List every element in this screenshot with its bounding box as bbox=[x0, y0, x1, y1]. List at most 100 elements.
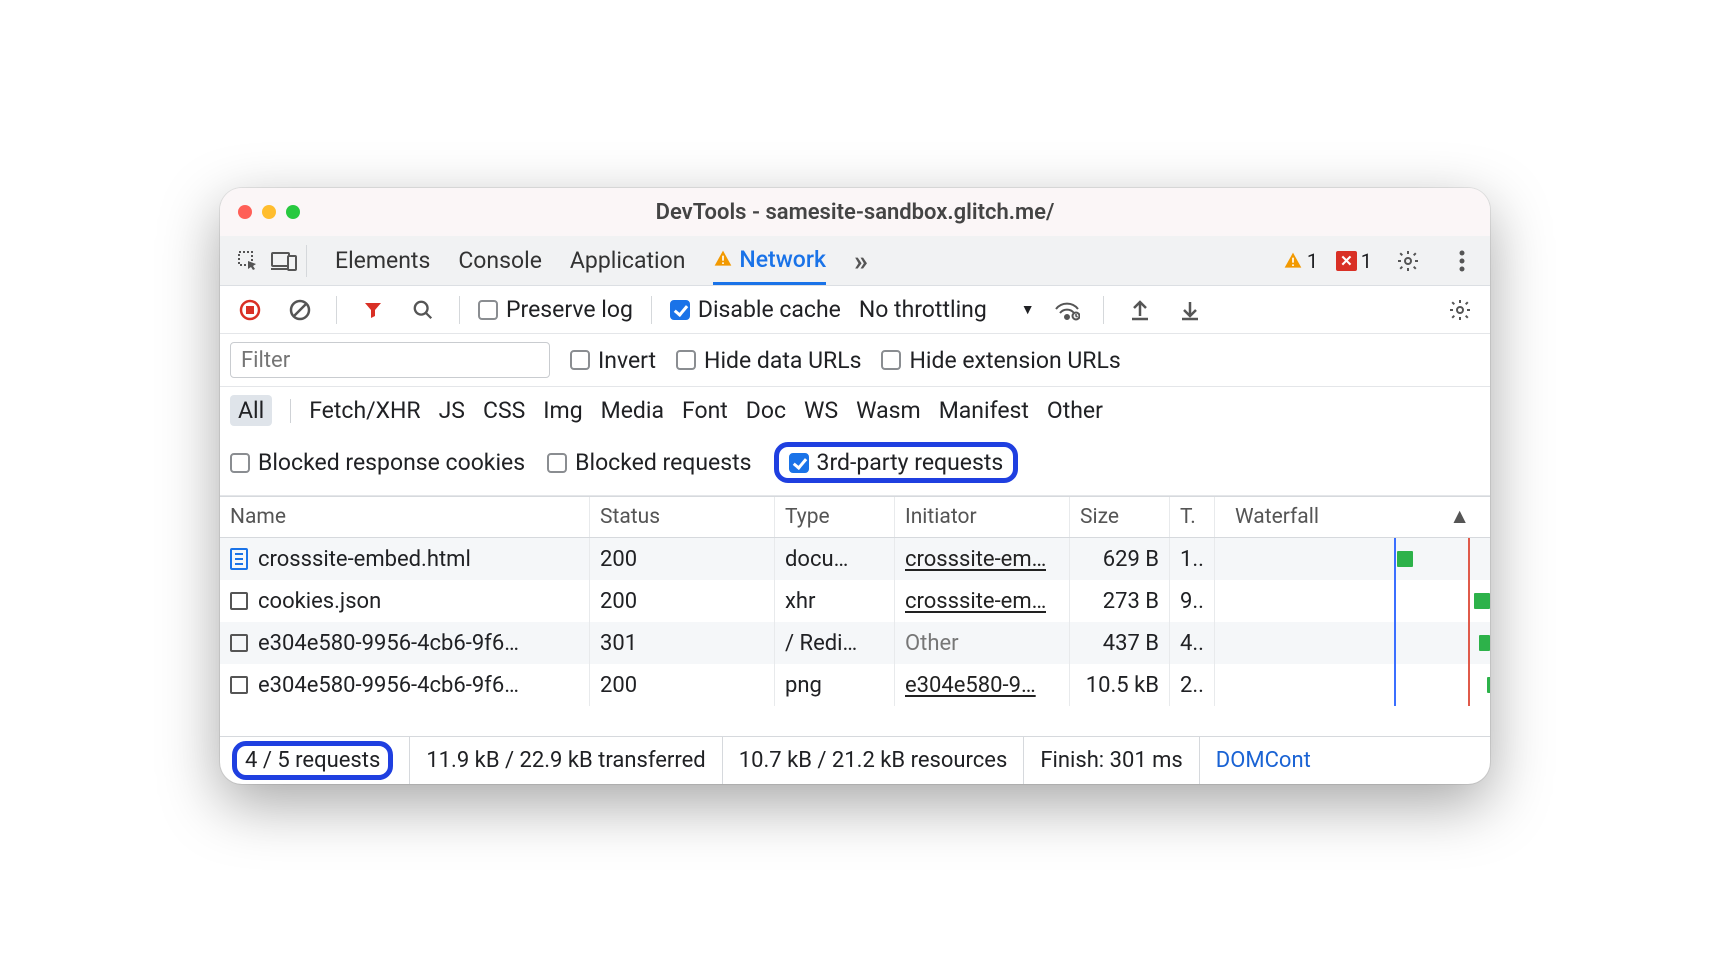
kebab-menu-icon[interactable] bbox=[1444, 243, 1480, 279]
chip-font[interactable]: Font bbox=[682, 397, 728, 424]
col-size[interactable]: Size bbox=[1070, 497, 1170, 537]
col-type[interactable]: Type bbox=[775, 497, 895, 537]
file-icon bbox=[230, 676, 248, 694]
minimize-icon[interactable] bbox=[262, 205, 276, 219]
tab-elements[interactable]: Elements bbox=[335, 237, 430, 285]
col-time[interactable]: T. bbox=[1170, 497, 1215, 537]
col-name[interactable]: Name bbox=[220, 497, 590, 537]
chip-manifest[interactable]: Manifest bbox=[939, 397, 1029, 424]
table-row[interactable]: cookies.json 200 xhr crosssite-em… 273 B… bbox=[220, 580, 1490, 622]
request-name: crosssite-embed.html bbox=[258, 547, 471, 572]
blocked-cookies-checkbox[interactable]: Blocked response cookies bbox=[230, 449, 525, 476]
tab-application[interactable]: Application bbox=[570, 237, 686, 285]
resources-size: 10.7 kB / 21.2 kB resources bbox=[723, 737, 1025, 784]
status-cell: 301 bbox=[590, 622, 775, 664]
error-count[interactable]: ✕ 1 bbox=[1336, 249, 1372, 273]
hide-data-urls-checkbox[interactable]: Hide data URLs bbox=[676, 347, 861, 374]
type-cell: docu… bbox=[775, 538, 895, 580]
main-tab-bar: Elements Console Application Network » 1… bbox=[220, 236, 1490, 286]
request-name: cookies.json bbox=[258, 589, 381, 614]
filter-icon[interactable] bbox=[355, 292, 391, 328]
col-waterfall[interactable]: Waterfall▲ bbox=[1215, 497, 1490, 537]
chip-css[interactable]: CSS bbox=[483, 397, 525, 424]
chip-fetch-xhr[interactable]: Fetch/XHR bbox=[309, 397, 420, 424]
col-status[interactable]: Status bbox=[590, 497, 775, 537]
preserve-log-checkbox[interactable]: Preserve log bbox=[478, 296, 633, 323]
network-table-header: Name Status Type Initiator Size T. Water… bbox=[220, 496, 1490, 538]
initiator-link[interactable]: e304e580-9… bbox=[905, 673, 1036, 698]
dom-content-loaded[interactable]: DOMCont bbox=[1200, 737, 1327, 784]
network-conditions-icon[interactable] bbox=[1049, 292, 1085, 328]
tab-network[interactable]: Network bbox=[713, 237, 826, 285]
status-cell: 200 bbox=[590, 664, 775, 706]
requests-count-highlight: 4 / 5 requests bbox=[232, 741, 393, 780]
title-bar: DevTools - samesite-sandbox.glitch.me/ bbox=[220, 188, 1490, 236]
request-name: e304e580-9956-4cb6-9f6… bbox=[258, 673, 519, 698]
chip-js[interactable]: JS bbox=[439, 397, 465, 424]
transferred-size: 11.9 kB / 22.9 kB transferred bbox=[410, 737, 722, 784]
sort-asc-icon: ▲ bbox=[1449, 505, 1470, 529]
chip-wasm[interactable]: Wasm bbox=[856, 397, 921, 424]
size-cell: 273 B bbox=[1070, 580, 1170, 622]
checkbox-icon bbox=[478, 300, 498, 320]
traffic-lights bbox=[238, 205, 300, 219]
hide-extension-urls-checkbox[interactable]: Hide extension URLs bbox=[881, 347, 1120, 374]
maximize-icon[interactable] bbox=[286, 205, 300, 219]
disable-cache-checkbox[interactable]: Disable cache bbox=[670, 296, 841, 323]
type-cell: png bbox=[775, 664, 895, 706]
download-har-icon[interactable] bbox=[1172, 292, 1208, 328]
initiator-link[interactable]: crosssite-em… bbox=[905, 589, 1046, 614]
file-icon bbox=[230, 592, 248, 610]
table-row[interactable]: e304e580-9956-4cb6-9f6… 200 png e304e580… bbox=[220, 664, 1490, 706]
chip-all[interactable]: All bbox=[230, 395, 272, 426]
window-title: DevTools - samesite-sandbox.glitch.me/ bbox=[656, 200, 1055, 225]
initiator-link[interactable]: crosssite-em… bbox=[905, 547, 1046, 572]
chip-media[interactable]: Media bbox=[601, 397, 664, 424]
invert-checkbox[interactable]: Invert bbox=[570, 347, 656, 374]
warning-count[interactable]: 1 bbox=[1283, 249, 1318, 273]
filter-input[interactable] bbox=[230, 342, 550, 378]
chip-ws[interactable]: WS bbox=[804, 397, 838, 424]
request-name: e304e580-9956-4cb6-9f6… bbox=[258, 631, 519, 656]
settings-icon[interactable] bbox=[1390, 243, 1426, 279]
waterfall-cell bbox=[1215, 622, 1490, 664]
warning-icon bbox=[713, 249, 733, 269]
search-icon[interactable] bbox=[405, 292, 441, 328]
network-settings-icon[interactable] bbox=[1442, 292, 1478, 328]
file-icon bbox=[230, 634, 248, 652]
error-icon: ✕ bbox=[1336, 251, 1357, 271]
type-cell: / Redi… bbox=[775, 622, 895, 664]
blocked-requests-checkbox[interactable]: Blocked requests bbox=[547, 449, 751, 476]
time-cell: 4.. bbox=[1170, 622, 1215, 664]
close-icon[interactable] bbox=[238, 205, 252, 219]
clear-button[interactable] bbox=[282, 292, 318, 328]
waterfall-cell bbox=[1215, 580, 1490, 622]
throttling-select[interactable]: No throttling ▼ bbox=[859, 296, 1035, 323]
devtools-window: DevTools - samesite-sandbox.glitch.me/ E… bbox=[220, 188, 1490, 784]
more-tabs-icon[interactable]: » bbox=[854, 237, 868, 285]
record-button[interactable] bbox=[232, 292, 268, 328]
chip-img[interactable]: Img bbox=[543, 397, 582, 424]
filter-bar: Invert Hide data URLs Hide extension URL… bbox=[220, 334, 1490, 387]
time-cell: 1.. bbox=[1170, 538, 1215, 580]
time-cell: 9.. bbox=[1170, 580, 1215, 622]
upload-har-icon[interactable] bbox=[1122, 292, 1158, 328]
third-party-requests-checkbox[interactable]: 3rd-party requests bbox=[789, 449, 1004, 476]
inspect-element-icon[interactable] bbox=[230, 243, 266, 279]
chip-doc[interactable]: Doc bbox=[746, 397, 786, 424]
time-cell: 2.. bbox=[1170, 664, 1215, 706]
table-row[interactable]: e304e580-9956-4cb6-9f6… 301 / Redi… Othe… bbox=[220, 622, 1490, 664]
status-cell: 200 bbox=[590, 580, 775, 622]
checkbox-checked-icon bbox=[670, 300, 690, 320]
col-initiator[interactable]: Initiator bbox=[895, 497, 1070, 537]
device-toolbar-icon[interactable] bbox=[266, 243, 302, 279]
status-bar: 4 / 5 requests 11.9 kB / 22.9 kB transfe… bbox=[220, 736, 1490, 784]
resource-type-filter: All Fetch/XHR JS CSS Img Media Font Doc … bbox=[220, 387, 1490, 434]
tab-console[interactable]: Console bbox=[458, 237, 542, 285]
requests-count: 4 / 5 requests bbox=[245, 748, 380, 773]
network-toolbar: Preserve log Disable cache No throttling… bbox=[220, 286, 1490, 334]
third-party-highlight: 3rd-party requests bbox=[774, 442, 1019, 483]
table-row[interactable]: crosssite-embed.html 200 docu… crosssite… bbox=[220, 538, 1490, 580]
chip-other[interactable]: Other bbox=[1047, 397, 1103, 424]
size-cell: 10.5 kB bbox=[1070, 664, 1170, 706]
